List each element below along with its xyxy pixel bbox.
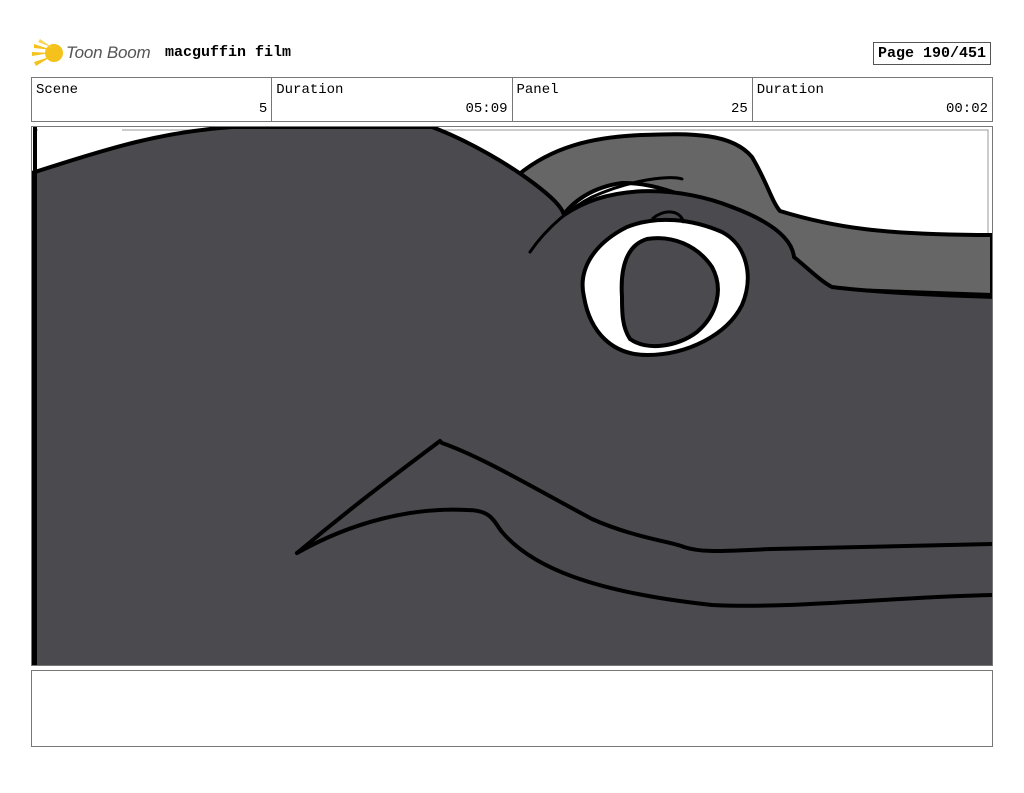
page-indicator: Page 190/451	[873, 42, 991, 65]
creature-head	[32, 127, 992, 665]
scene-cell: Scene 5	[32, 78, 273, 121]
logo-text: Toon Boom	[66, 43, 151, 62]
panel-notes-box	[31, 670, 993, 747]
panel-info-row: Scene 5 Duration 05:09 Panel 25 Duration…	[31, 77, 993, 122]
scene-value: 5	[258, 101, 268, 117]
scene-duration-cell: Duration 05:09	[272, 78, 513, 121]
panel-duration-cell: Duration 00:02	[753, 78, 992, 121]
panel-duration-value: 00:02	[945, 101, 988, 117]
scene-label: Scene	[36, 82, 79, 98]
scene-duration-value: 05:09	[465, 101, 508, 117]
scene-duration-label: Duration	[276, 82, 344, 98]
panel-drawing	[32, 127, 992, 665]
panel-value: 25	[730, 101, 748, 117]
panel-label: Panel	[516, 82, 559, 98]
project-title: macguffin film	[165, 44, 292, 61]
panel-cell: Panel 25	[513, 78, 753, 121]
storyboard-panel	[31, 126, 993, 666]
panel-duration-label: Duration	[756, 82, 824, 98]
